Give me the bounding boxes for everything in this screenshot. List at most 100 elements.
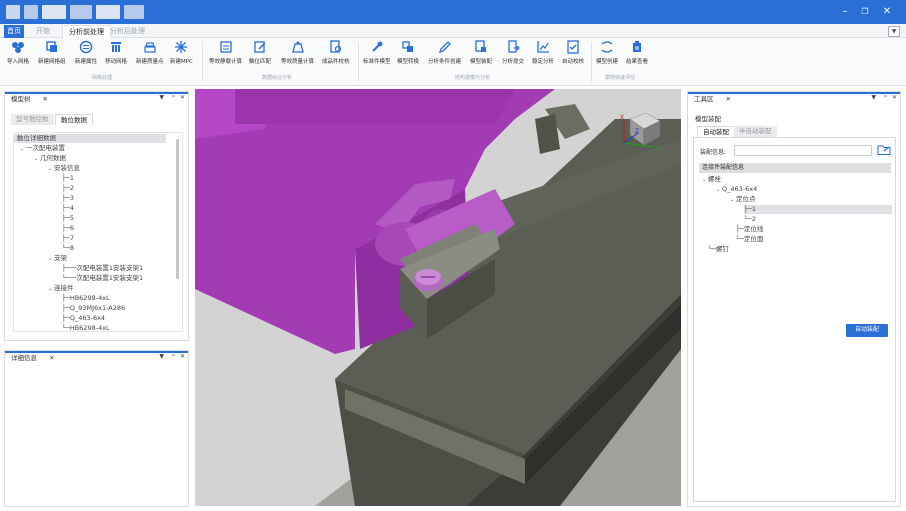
new-property-button[interactable]: 新建属性 xyxy=(75,40,97,65)
panel-title: 模型树 xyxy=(11,95,31,103)
tree-node[interactable]: ⌄ 连接件 xyxy=(48,284,74,293)
tab-model-data[interactable]: 型号数控数 xyxy=(11,114,54,125)
tree-node[interactable]: └─8 xyxy=(62,244,74,253)
assembly-info-input[interactable] xyxy=(734,145,872,156)
tree-node[interactable]: └─2 xyxy=(744,215,756,224)
tree-node[interactable]: ├─1 xyxy=(62,174,74,183)
stability-analysis-button[interactable]: 稳定分析 xyxy=(532,40,554,65)
tree-node[interactable]: ├─Q_93MJ6x1-A286 xyxy=(62,304,125,313)
result-icon xyxy=(630,40,644,54)
import-mesh-icon xyxy=(11,40,25,54)
tree-node[interactable]: ├─2 xyxy=(62,184,74,193)
move-mesh-icon xyxy=(109,40,123,54)
view-cube-icon[interactable]: X Y Z xyxy=(620,107,668,155)
app-logo xyxy=(96,5,120,19)
svg-text:Y: Y xyxy=(655,146,660,153)
tree-node[interactable]: ├─4 xyxy=(62,204,74,213)
new-mpc-button[interactable]: 新建MPC xyxy=(170,40,193,65)
chevron-down-icon[interactable]: ▼ xyxy=(888,26,900,37)
model-assembly-button[interactable]: 模型装配 xyxy=(470,40,492,65)
close-icon[interactable]: ✕ xyxy=(180,353,185,360)
tree-node[interactable]: ⌄ 几何数据 xyxy=(34,154,66,163)
convert-icon xyxy=(401,40,415,54)
group-divider xyxy=(202,42,203,82)
panel-header: 工具区 ✕ xyxy=(688,92,900,105)
minimize-icon[interactable]: – xyxy=(836,4,854,20)
tree-node[interactable]: 触位详细数据 xyxy=(14,134,166,143)
tree-node[interactable]: └─HB6298-4xL xyxy=(62,324,110,331)
search-doc-icon xyxy=(329,40,343,54)
dropdown-icon[interactable]: ▼ xyxy=(159,353,164,360)
tree-node[interactable]: ⌄ 支架 xyxy=(48,254,67,263)
tree-node[interactable]: └─螺钉 xyxy=(708,245,729,254)
equivalent-mass-button[interactable]: 等效质量计算 xyxy=(281,40,314,65)
move-mesh-button[interactable]: 移动网格 xyxy=(105,40,127,65)
pin-icon[interactable]: ᵖ xyxy=(172,353,175,360)
close-icon[interactable]: ✕ xyxy=(49,354,54,362)
tree-node[interactable]: ⌄ 定位点 xyxy=(730,195,756,204)
tool-panel: 工具区 ✕ ▼ ᵖ ✕ 模型装配 自动装配 半自动装配 装配信息: 连接件装配信息… xyxy=(687,91,901,507)
tree-node[interactable]: ├─HB6298-4xL xyxy=(62,294,110,303)
tree-node[interactable]: └─一次配电装置1安装支架1 xyxy=(62,274,143,283)
new-mesh-group-button[interactable]: 新建网格组 xyxy=(38,40,66,65)
tab-auto-assembly[interactable]: 自动装配 xyxy=(697,126,735,137)
section-title: 模型装配 xyxy=(695,115,721,123)
position-match-button[interactable]: 触位匹配 xyxy=(249,40,271,65)
close-icon[interactable]: ✕ xyxy=(180,94,185,101)
tab-position-data[interactable]: 触位数据 xyxy=(55,114,93,125)
picker-icon[interactable] xyxy=(877,144,891,156)
tree-node[interactable]: ⌄ Q_463-6x4 xyxy=(716,185,757,194)
app-logo xyxy=(70,5,92,19)
dropdown-icon[interactable]: ▼ xyxy=(159,94,164,101)
tree-node[interactable]: ├─6 xyxy=(62,224,74,233)
model-convert-button[interactable]: 模型转换 xyxy=(397,40,419,65)
close-icon[interactable]: ✕ xyxy=(892,94,897,101)
tab-start[interactable]: 开始 xyxy=(30,25,56,38)
product-check-button[interactable]: 成品件校核 xyxy=(322,40,350,65)
new-mass-point-button[interactable]: 新建质量点 xyxy=(136,40,164,65)
svg-text:Z: Z xyxy=(635,128,639,135)
wrench-icon xyxy=(370,40,384,54)
pin-icon[interactable]: ᵖ xyxy=(172,94,175,101)
analysis-condition-button[interactable]: 分析条件创建 xyxy=(428,40,461,65)
model-create-icon xyxy=(600,40,614,54)
group-divider xyxy=(358,42,359,82)
tree-node[interactable]: ⌄ 螺栓 xyxy=(702,175,721,184)
tree-node[interactable]: ├─3 xyxy=(62,194,74,203)
auto-check-button[interactable]: 自动校核 xyxy=(562,40,584,65)
menu-bar: 首页 开始 分析前处理 分析后处理 xyxy=(0,24,906,38)
import-mesh-button[interactable]: 导入网格 xyxy=(7,40,29,65)
model-tree: 触位详细数据 ⌄ 一次配电装置 ⌄ 几何数据 ⌄ 安装信息 ├─1 ├─2 ├─3 ├… xyxy=(13,132,183,332)
svg-text:X: X xyxy=(620,114,624,121)
tree-node[interactable]: ├─1 xyxy=(744,205,892,214)
tab-postprocessing[interactable]: 分析后处理 xyxy=(104,25,151,38)
panel-title: 工具区 xyxy=(694,95,714,103)
tree-node[interactable]: └─定位面 xyxy=(736,235,763,244)
tree-node[interactable]: ├─定位线 xyxy=(736,225,763,234)
title-bar: – ❐ ✕ xyxy=(0,0,906,24)
scrollbar[interactable] xyxy=(176,139,179,279)
dropdown-icon[interactable]: ▼ xyxy=(871,94,876,101)
auto-assembly-button[interactable]: 自动装配 xyxy=(846,324,888,337)
model-render[interactable] xyxy=(195,89,681,506)
model-create-button[interactable]: 模型创建 xyxy=(596,40,618,65)
close-icon[interactable]: ✕ xyxy=(878,4,896,20)
close-icon[interactable]: ✕ xyxy=(726,95,731,103)
standard-part-model-button[interactable]: 标准件模型 xyxy=(363,40,391,65)
restore-icon[interactable]: ❐ xyxy=(856,4,874,20)
pin-icon[interactable]: ᵖ xyxy=(884,94,887,101)
tree-node[interactable]: ├─5 xyxy=(62,214,74,223)
chart-icon xyxy=(536,40,550,54)
tree-node[interactable]: ├─7 xyxy=(62,234,74,243)
submit-analysis-button[interactable]: 分析提交 xyxy=(502,40,524,65)
tab-semi-auto-assembly[interactable]: 半自动装配 xyxy=(734,126,777,137)
tab-home[interactable]: 首页 xyxy=(4,25,24,38)
tree-node[interactable]: ⌄ 安装信息 xyxy=(48,164,80,173)
close-icon[interactable]: ✕ xyxy=(43,95,48,103)
equivalent-static-load-button[interactable]: 等效静载计算 xyxy=(209,40,242,65)
tree-node[interactable]: ⌄ 一次配电装置 xyxy=(20,144,65,153)
3d-viewport[interactable]: X Y Z xyxy=(195,89,681,506)
tree-node[interactable]: ├─Q_463-6x4 xyxy=(62,314,105,323)
tree-node[interactable]: ├─一次配电装置1安装支架1 xyxy=(62,264,143,273)
result-view-button[interactable]: 结果查看 xyxy=(626,40,648,65)
